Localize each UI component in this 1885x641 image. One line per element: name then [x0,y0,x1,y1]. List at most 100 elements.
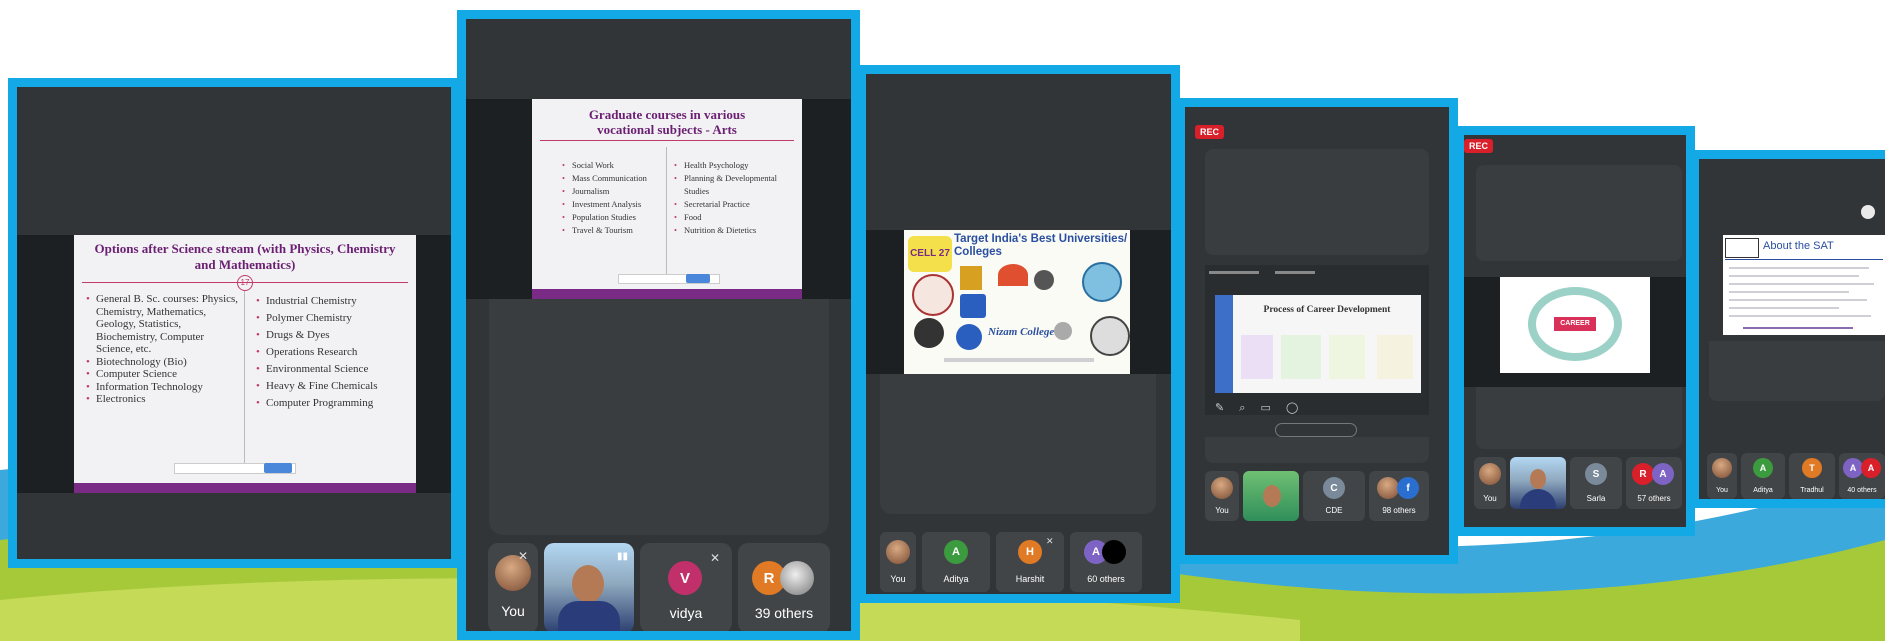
participant-tile-cde[interactable]: C CDE [1303,471,1365,521]
slide-science-options: Options after Science stream (with Physi… [74,235,416,493]
slide-title: Graduate courses in various vocational s… [588,107,746,137]
participant-name: You [1215,506,1229,515]
slide-arts-courses: Graduate courses in various vocational s… [532,99,802,299]
list-item: Social Work [562,159,662,172]
meeting-screenshot-2: Graduate courses in various vocational s… [457,10,860,640]
meeting-screenshot-5: REC CAREER You S Sarla R A 57 others [1455,126,1695,536]
avatar [780,561,814,595]
meeting-screenshot-6: About the SAT You A Aditya T Tradhul A A… [1690,150,1885,508]
slide-title: About the SAT [1763,240,1834,252]
participant-name: Sarla [1586,494,1606,503]
bullet-text-line [1729,283,1874,285]
bullet-text-line [1729,275,1859,277]
participant-tile-vidya[interactable]: V ✕ vidya [640,543,732,631]
toolbar-text [1275,271,1315,274]
list-item: Drugs & Dyes [256,327,411,344]
university-seal-icon [956,324,982,350]
participant-tile-you[interactable]: You [1707,453,1737,499]
participant-tile-you[interactable]: You [880,532,916,592]
participant-tile-sarla[interactable]: S Sarla [1570,457,1622,509]
participant-tile-others[interactable]: A A 40 others [1839,453,1885,499]
left-course-list: Social Work Mass Communication Journalis… [562,159,662,237]
slide-universities: CELL 27 Target India's Best Universities… [904,230,1130,374]
participant-count: 40 others [1847,487,1877,494]
audio-level-icon: ▮▮ [616,551,628,562]
university-seal-icon [914,318,944,348]
empty-video-area [1205,149,1429,255]
list-item: Information Technology [86,381,240,394]
participant-tile-speaker-video[interactable]: ▮▮ [544,543,634,631]
participant-tile-you[interactable]: ✕ You [488,543,538,631]
participant-tile-others[interactable]: f 98 others [1369,471,1429,521]
participant-tile-others[interactable]: A 60 others [1070,532,1142,592]
slide-divider [82,282,408,283]
avatar: R [1632,463,1654,485]
participant-tile-tradhul[interactable]: T Tradhul [1789,453,1835,499]
avatar: A [944,540,968,564]
stop-sharing-button[interactable] [264,463,292,473]
meeting-screenshot-3: CELL 27 Target India's Best Universities… [857,65,1180,603]
stop-sharing-button[interactable] [686,274,710,283]
list-item: Journalism [562,185,662,198]
slide-career-process: Process of Career Development [1215,295,1421,393]
university-seal-icon [1054,322,1072,340]
participant-tile-you[interactable]: You [1474,457,1506,509]
content-area [1709,341,1885,401]
avatar: C [1323,477,1345,499]
list-item: Travel & Tourism [562,224,662,237]
content-area [880,374,1156,514]
participant-name: Tradhul [1800,487,1824,494]
university-seal-icon [960,294,986,318]
meeting-screenshot-1: Options after Science stream (with Physi… [8,78,460,568]
participant-count: 60 others [1087,574,1125,584]
participant-tile-aditya[interactable]: A Aditya [1741,453,1785,499]
list-item: Planning & Developmental Studies [674,172,798,198]
list-item: Industrial Chemistry [256,293,411,310]
list-item: Heavy & Fine Chemicals [256,378,411,395]
list-item: Biotechnology (Bio) [86,356,240,369]
center-label: CAREER [1554,317,1596,331]
participant-name: You [1483,494,1497,503]
participant-tile-speaker-video[interactable] [1510,457,1566,509]
list-item: Investment Analysis [562,198,662,211]
participant-tile-speaker-video[interactable] [1243,471,1299,521]
right-course-list: Health Psychology Planning & Development… [674,159,798,237]
content-area [489,299,829,535]
participant-tile-aditya[interactable]: A Aditya [922,532,990,592]
participant-tile-you[interactable]: You [1205,471,1239,521]
list-item: Secretarial Practice [674,198,798,211]
avatar: A [1843,458,1863,478]
list-item: Environmental Science [256,361,411,378]
process-step-box [1377,335,1413,379]
speaker-body [1520,489,1556,509]
list-item: Food [674,211,798,224]
page-navigator[interactable] [1275,423,1357,437]
column-divider [244,291,245,469]
slide-career-cycle: CAREER [1500,277,1650,373]
avatar: f [1397,477,1419,499]
mic-off-icon: ✕ [710,551,721,565]
content-area [1476,387,1682,449]
university-seal-icon [1034,270,1054,290]
footer-text-line [944,358,1094,362]
avatar [1712,458,1732,478]
logo [1725,238,1759,258]
list-item: Polymer Chemistry [256,310,411,327]
participant-name: vidya [669,605,703,621]
participant-tile-harshit[interactable]: H ✕ Harshit [996,532,1064,592]
participant-name: You [501,603,525,619]
participant-name: Harshit [1015,574,1045,584]
footer-text-line [1743,327,1853,329]
shield-icon [1861,205,1875,219]
speaker-face [1263,485,1281,507]
list-item: Health Psychology [674,159,798,172]
slide-about-sat: About the SAT [1723,235,1885,335]
slide-sidebar [1215,295,1233,393]
list-item: Operations Research [256,344,411,361]
participant-name: You [890,574,906,584]
annotation-toolbar[interactable]: ✎ ⌕ ▭ ◯ [1215,401,1304,415]
participant-name: Aditya [943,574,969,584]
participant-tile-others[interactable]: R 39 others [738,543,830,631]
slide-number-badge: 17 [237,275,253,291]
participant-tile-others[interactable]: R A 57 others [1626,457,1682,509]
